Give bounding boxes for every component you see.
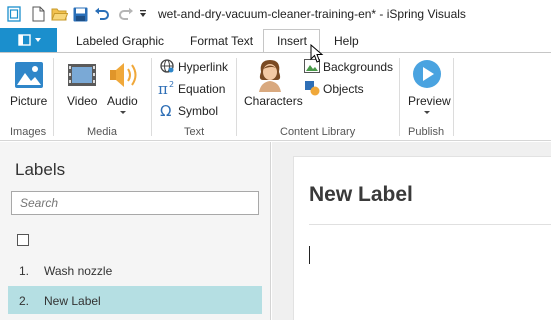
tab-insert[interactable]: Insert [277, 34, 307, 48]
group-label-media: Media [87, 126, 117, 138]
tab-labeled-graphic[interactable]: Labeled Graphic [76, 34, 164, 48]
label-title-text[interactable]: New Label [309, 183, 413, 207]
symbol-icon: Ω [159, 102, 175, 120]
audio-icon[interactable] [108, 60, 140, 90]
equation-icon: π 2 [158, 80, 176, 98]
preview-icon[interactable] [412, 59, 442, 89]
app-logo-icon[interactable] [6, 5, 22, 23]
equation-button[interactable]: Equation [178, 82, 225, 96]
label-item-number: 1. [19, 264, 30, 278]
new-file-icon[interactable] [30, 5, 46, 23]
symbol-button[interactable]: Symbol [178, 104, 218, 118]
group-divider [236, 58, 237, 136]
save-icon[interactable] [72, 5, 89, 23]
backgrounds-button[interactable]: Backgrounds [323, 60, 393, 74]
title-bar: wet-and-dry-vacuum-cleaner-training-en* … [0, 0, 551, 28]
audio-dropdown-arrow-icon[interactable] [120, 111, 126, 114]
group-label-images: Images [10, 126, 47, 138]
window-title: wet-and-dry-vacuum-cleaner-training-en* … [158, 7, 466, 21]
undo-icon[interactable] [93, 5, 111, 23]
file-menu-button[interactable] [0, 28, 57, 52]
group-divider [399, 58, 400, 136]
characters-icon[interactable] [255, 58, 285, 92]
group-divider [151, 58, 152, 136]
objects-button[interactable]: Objects [323, 82, 364, 96]
title-divider [309, 224, 551, 225]
label-item-number: 2. [19, 294, 30, 308]
tab-format-text[interactable]: Format Text [190, 34, 253, 48]
tab-help[interactable]: Help [334, 34, 359, 48]
video-button[interactable]: Video [67, 94, 97, 108]
group-label-content-library: Content Library [280, 126, 356, 138]
group-label-text: Text [184, 126, 205, 138]
open-folder-icon[interactable] [50, 5, 68, 23]
customize-toolbar-icon[interactable] [138, 5, 148, 23]
objects-icon [304, 80, 320, 96]
picture-icon[interactable] [14, 61, 44, 89]
select-all-checkbox[interactable] [17, 234, 29, 246]
svg-text:Ω: Ω [160, 102, 171, 118]
label-content-page[interactable] [293, 156, 551, 320]
picture-button[interactable]: Picture [10, 94, 47, 108]
characters-button[interactable]: Characters [244, 94, 303, 108]
preview-button[interactable]: Preview [408, 94, 451, 108]
preview-dropdown-arrow-icon[interactable] [424, 111, 430, 114]
audio-button[interactable]: Audio [107, 94, 138, 108]
group-label-publish: Publish [408, 126, 445, 138]
group-divider [53, 58, 54, 136]
file-menu-icon [18, 34, 41, 46]
video-icon[interactable] [67, 61, 97, 89]
svg-text:π: π [158, 80, 168, 96]
svg-text:2: 2 [169, 80, 174, 89]
app-window: wet-and-dry-vacuum-cleaner-training-en* … [0, 0, 551, 320]
label-item-new-label[interactable]: New Label [44, 294, 101, 308]
labels-panel-title: Labels [15, 160, 66, 179]
mouse-cursor-icon [310, 43, 324, 64]
text-caret [309, 246, 310, 264]
redo-icon[interactable] [117, 5, 135, 23]
group-divider [453, 58, 454, 136]
hyperlink-icon [159, 58, 175, 74]
search-input[interactable] [11, 191, 259, 215]
label-item-wash-nozzle[interactable]: Wash nozzle [44, 264, 112, 278]
hyperlink-button[interactable]: Hyperlink [178, 60, 228, 74]
